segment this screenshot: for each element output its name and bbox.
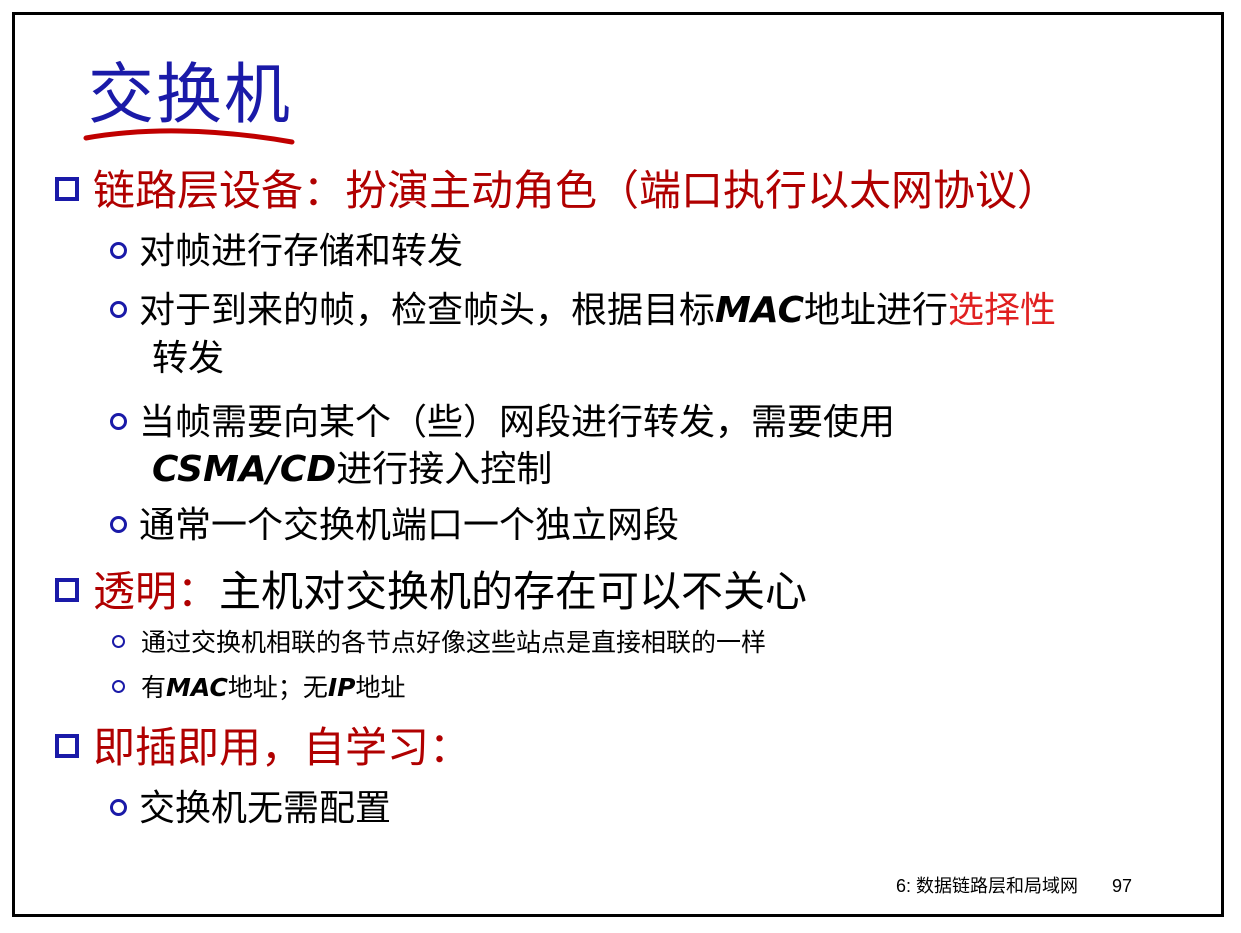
- circle-bullet-icon: [112, 680, 125, 693]
- square-bullet-icon: [55, 578, 79, 602]
- bullet-csma: 当帧需要向某个（些）网段进行转发，需要使用: [110, 405, 895, 441]
- circle-bullet-icon: [110, 301, 127, 318]
- section-heading-transparent: 透明：主机对交换机的存在可以不关心: [55, 571, 807, 613]
- square-bullet-icon: [55, 177, 79, 201]
- bullet-csma-cont: CSMA/CD进行接入控制: [152, 449, 553, 490]
- bullet-selective-forward: 对于到来的帧，检查帧头，根据目标MAC地址进行选择性: [110, 293, 1056, 329]
- bullet-no-config: 交换机无需配置: [110, 791, 391, 827]
- slide-title: 交换机: [88, 56, 292, 133]
- bullet-selective-forward-cont: 转发: [152, 338, 225, 379]
- circle-bullet-icon: [112, 635, 125, 648]
- footer-chapter: 6: 数据链路层和局域网: [896, 876, 1079, 896]
- section-heading-device: 链路层设备：扮演主动角色（端口执行以太网协议）: [55, 170, 1059, 212]
- square-bullet-icon: [55, 734, 79, 758]
- slide-footer: 6: 数据链路层和局域网 97: [896, 872, 1132, 898]
- bullet-mac-ip: 有MAC地址；无IP地址: [112, 675, 405, 700]
- circle-bullet-icon: [110, 242, 127, 259]
- circle-bullet-icon: [110, 799, 127, 816]
- title-underline: [83, 128, 295, 145]
- section-heading-plug-play: 即插即用，自学习：: [55, 727, 471, 769]
- circle-bullet-icon: [110, 413, 127, 430]
- circle-bullet-icon: [110, 516, 127, 533]
- page-number: 97: [1112, 876, 1133, 896]
- bullet-direct-link: 通过交换机相联的各节点好像这些站点是直接相联的一样: [112, 630, 766, 655]
- bullet-store-forward: 对帧进行存储和转发: [110, 234, 463, 270]
- bullet-port-segment: 通常一个交换机端口一个独立网段: [110, 508, 679, 544]
